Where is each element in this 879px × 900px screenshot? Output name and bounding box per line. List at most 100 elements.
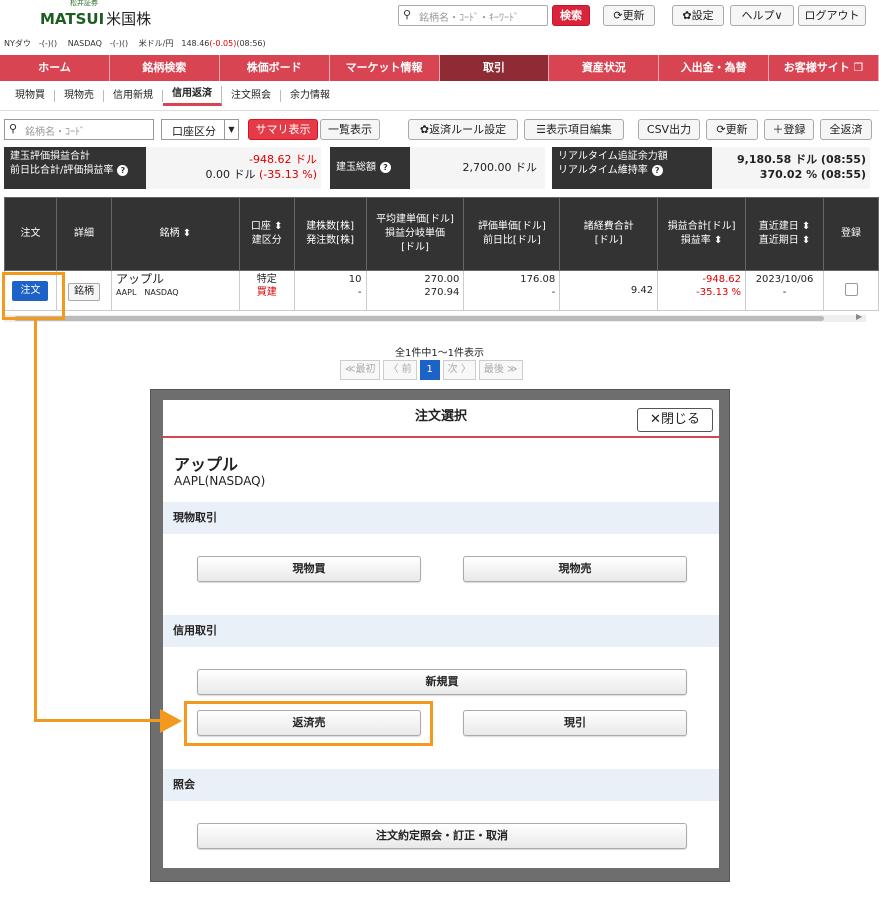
th-register: 登録: [823, 197, 879, 271]
account-type-select[interactable]: 口座区分 ▼: [161, 119, 239, 140]
logo[interactable]: MATSUI 米国株: [40, 8, 151, 29]
settle-rule-button[interactable]: ✿返済ルール設定: [408, 119, 518, 140]
position-total-value: 2,700.00 ドル: [410, 147, 545, 189]
list-view-tab[interactable]: 一覧表示: [320, 119, 380, 140]
plus-icon: ＋: [772, 123, 784, 136]
logout-button[interactable]: ログアウト: [798, 5, 866, 26]
nav-customer-site[interactable]: お客様サイト ❐: [769, 55, 879, 81]
cell-eval-price: 176.08 -: [463, 270, 561, 311]
dropdown-arrow-icon: ▼: [224, 120, 238, 139]
register-checkbox[interactable]: [844, 283, 858, 296]
eval-price: 176.08: [520, 274, 556, 285]
stock-detail-button[interactable]: 銘柄: [67, 283, 100, 301]
nav-market-info[interactable]: マーケット情報: [330, 55, 440, 81]
global-search-input[interactable]: ⚲ 銘柄名・ｺｰﾄﾞ・ｷｰﾜｰﾄﾞ: [398, 5, 548, 26]
pl-rate-value: (-35.13 %): [259, 168, 317, 181]
breakeven-price: 270.94: [424, 287, 460, 298]
page-next[interactable]: 次 〉: [442, 360, 476, 380]
subnav-margin-settle[interactable]: 信用返済: [163, 85, 222, 106]
nav-stock-board[interactable]: 株価ボード: [220, 55, 330, 81]
recent-date: 2023/10/06: [755, 274, 814, 285]
page-prev[interactable]: 〈 前: [383, 360, 417, 380]
order-inquiry-button[interactable]: 注文約定照会・訂正・取消: [197, 823, 687, 849]
help-button[interactable]: ヘルプ∨: [730, 5, 794, 26]
cell-account: 特定 買建: [238, 270, 295, 311]
subnav-margin-new[interactable]: 信用新規: [104, 89, 163, 102]
th-order: 注文: [4, 197, 57, 271]
pl-rate: -35.13 %: [696, 287, 742, 298]
summary-view-tab[interactable]: サマリ表示: [248, 119, 318, 140]
th-avg-price: 平均建単価[ドル] 損益分岐単価 [ドル]: [365, 197, 465, 271]
page-current[interactable]: 1: [419, 360, 440, 380]
logo-subtext: 松井証券: [70, 0, 98, 7]
subnav-cash-sell[interactable]: 現物売: [55, 89, 104, 102]
margin-new-buy-button[interactable]: 新規買: [197, 669, 687, 695]
cash-buy-button[interactable]: 現物買: [197, 556, 421, 582]
nav-deposit-fx[interactable]: 入出金・為替: [659, 55, 770, 81]
register-label: 登録: [783, 123, 806, 136]
nav-trade[interactable]: 取引: [439, 55, 550, 81]
csv-export-button[interactable]: CSV出力: [638, 119, 700, 140]
fees-value: 9.42: [630, 285, 654, 296]
position-total-text: 建玉総額: [336, 162, 376, 173]
pl-change-value: 0.00 ドル: [205, 168, 256, 181]
stock-code: AAPL NASDAQ: [115, 288, 179, 297]
nav-assets[interactable]: 資産状況: [549, 55, 660, 81]
help-icon[interactable]: ?: [651, 164, 663, 176]
stock-code-input[interactable]: ⚲ 銘柄名・ｺｰﾄﾞ: [4, 119, 154, 140]
logo-market: 米国株: [106, 10, 152, 28]
th-stock[interactable]: 銘柄 ⬍: [110, 197, 240, 271]
th-date[interactable]: 直近建日 ⬍ 直近期日 ⬍: [745, 197, 824, 271]
columns-icon: ☰: [536, 123, 546, 136]
stock-name[interactable]: アップル: [116, 273, 235, 286]
subnav-order-inquiry[interactable]: 注文照会: [222, 89, 281, 102]
pl-summary-label: 建玉評価損益合計 前日比合計/評価損益率?: [4, 147, 146, 189]
scroll-right-icon[interactable]: ▶: [856, 312, 862, 321]
th-quantity: 建株数[株] 発注数[株]: [293, 197, 367, 271]
refresh-label: 更新: [622, 9, 645, 22]
help-icon[interactable]: ?: [117, 164, 129, 176]
modal-stock-name: アップル: [174, 455, 239, 474]
column-edit-button[interactable]: ☰表示項目編集: [524, 119, 624, 140]
cash-sell-button[interactable]: 現物売: [463, 556, 687, 582]
section-margin-trade: 信用取引: [163, 615, 719, 647]
scrollbar-thumb[interactable]: [14, 316, 824, 321]
table-header-row: 注文 詳細 銘柄 ⬍ 口座 ⬍ 建区分 建株数[株] 発注数[株] 平均建単価[…: [4, 197, 879, 271]
refresh-label: 更新: [725, 123, 748, 136]
pl-total-value: -948.62 ドル: [249, 153, 317, 166]
refresh-button[interactable]: ⟳更新: [706, 119, 758, 140]
external-window-icon: ❐: [853, 61, 864, 74]
cell-date: 2023/10/06 -: [745, 270, 824, 311]
settle-rule-label: 返済ルール設定: [429, 123, 507, 136]
horizontal-scrollbar[interactable]: [4, 315, 866, 322]
modal-close-button[interactable]: ✕閉じる: [637, 408, 713, 432]
page-first[interactable]: ≪最初: [340, 360, 381, 380]
logo-text: MATSUI: [40, 10, 105, 28]
genbiki-button[interactable]: 現引: [463, 710, 687, 736]
nav-stock-search[interactable]: 銘柄検索: [110, 55, 220, 81]
th-pl[interactable]: 損益合計[ドル] 損益率 ⬍: [657, 197, 747, 271]
subnav-buying-power[interactable]: 余力情報: [281, 90, 339, 102]
realtime-margin-amount: 9,180.58 ドル (08:55): [736, 153, 866, 166]
search-button[interactable]: 検索: [552, 5, 590, 26]
help-label: ヘルプ: [741, 9, 775, 22]
code-placeholder: 銘柄名・ｺｰﾄﾞ: [25, 127, 85, 138]
page-last[interactable]: 最後 ≫: [478, 360, 523, 380]
realtime-rate-amount: 370.02 % (08:55): [759, 168, 866, 181]
settle-all-button[interactable]: 全返済: [820, 119, 872, 140]
th-detail: 詳細: [55, 197, 112, 271]
sub-nav: 現物買 現物売 信用新規 信用返済 注文照会 余力情報: [0, 81, 879, 111]
cell-stock: アップル AAPL NASDAQ: [110, 270, 240, 311]
ticker-usdjpy: 米ドル/円 148.46: [138, 39, 210, 48]
register-button[interactable]: ＋登録: [764, 119, 814, 140]
realtime-margin-value: 9,180.58 ドル (08:55) 370.02 % (08:55): [712, 147, 870, 189]
th-account[interactable]: 口座 ⬍ 建区分: [238, 197, 295, 271]
gear-icon: ✿: [682, 9, 692, 22]
ticker-usdjpy-change: (-0.05): [209, 39, 237, 48]
settings-button[interactable]: ✿設定: [672, 5, 724, 26]
top-refresh-button[interactable]: ⟳更新: [603, 5, 655, 26]
help-icon[interactable]: ?: [380, 161, 391, 173]
cell-avg-price: 270.00 270.94: [365, 270, 465, 311]
nav-home[interactable]: ホーム: [0, 55, 110, 81]
subnav-cash-buy[interactable]: 現物買: [6, 89, 55, 102]
